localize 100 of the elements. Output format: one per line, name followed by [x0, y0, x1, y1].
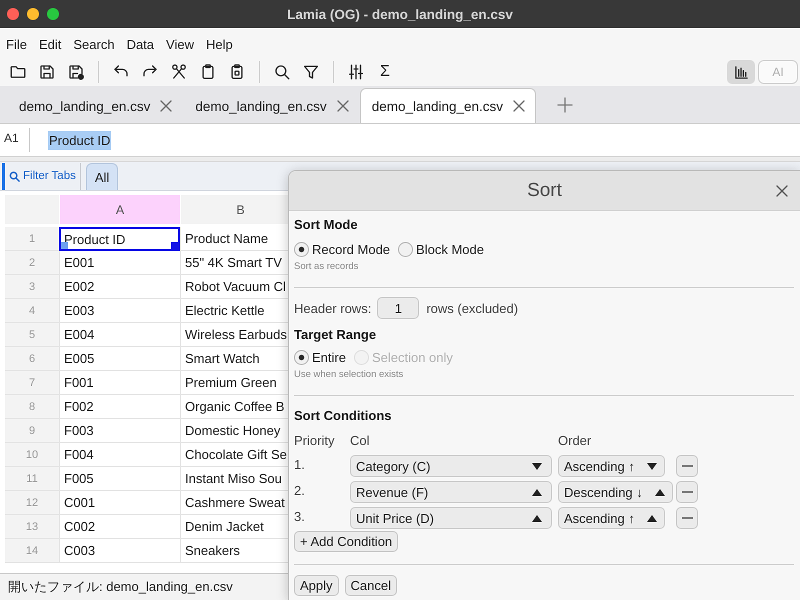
radio-label: Record Mode: [312, 242, 390, 256]
dialog-button[interactable]: Cancel: [344, 575, 397, 596]
radio-button[interactable]: [294, 350, 309, 364]
save-icon[interactable]: [38, 63, 56, 81]
table-cell: Cashmere Sweat: [180, 491, 288, 515]
table-cell: Denim Jacket: [180, 515, 288, 539]
priority-label: 1.: [294, 456, 306, 472]
table-cell: F004: [59, 443, 180, 467]
row-number: 5: [5, 323, 59, 347]
table-cell: F005: [59, 467, 180, 491]
close-icon[interactable]: [160, 100, 172, 112]
radio-button[interactable]: [398, 242, 414, 256]
table-cell: F001: [59, 371, 180, 395]
menu-item[interactable]: Search: [73, 34, 115, 52]
column-dropdown[interactable]: Revenue (F): [350, 481, 552, 503]
table-cell: C001: [59, 491, 180, 515]
row-number: 1: [5, 227, 59, 251]
dialog-button[interactable]: Apply: [294, 575, 339, 596]
table-cell: Instant Miso Sou: [180, 467, 288, 491]
column-dropdown[interactable]: Unit Price (D): [350, 507, 552, 529]
table-cell: Product ID: [59, 227, 180, 251]
row-number: 3: [5, 275, 59, 299]
cell-reference: A1: [3, 131, 20, 145]
row-number: 2: [5, 251, 59, 275]
fill-handle[interactable]: [171, 242, 178, 249]
header-rows-field[interactable]: 1: [377, 297, 420, 319]
row-number: 11: [5, 467, 59, 491]
open-folder-icon[interactable]: [9, 63, 27, 81]
order-dropdown[interactable]: Descending ↓: [558, 481, 673, 503]
row-number: 7: [5, 371, 59, 395]
table-cell: Smart Watch: [180, 347, 288, 371]
table-cell: E005: [59, 347, 180, 371]
filter-icon[interactable]: [302, 63, 320, 81]
radio-button[interactable]: [294, 242, 309, 256]
table-cell: F002: [59, 395, 180, 419]
selected-text: Product ID: [48, 130, 112, 150]
close-icon[interactable]: [336, 100, 349, 112]
menu-item[interactable]: Edit: [38, 34, 62, 52]
table-cell: F003: [59, 419, 180, 443]
minus-icon: [682, 517, 692, 519]
minus-icon: [682, 491, 692, 493]
table-cell: Robot Vacuum Cl: [180, 275, 288, 299]
table-cell: E003: [59, 299, 180, 323]
hint-text: Sort as records: [294, 261, 360, 273]
table-cell: Wireless Earbuds: [180, 323, 288, 347]
file-tab[interactable]: demo_landing_en.csv: [183, 88, 360, 123]
column-dropdown[interactable]: Category (C): [350, 455, 552, 477]
menu-item[interactable]: Help: [206, 34, 233, 52]
radio-label: Entire: [312, 350, 346, 364]
column-header[interactable]: A: [59, 195, 180, 224]
table-cell: Electric Kettle: [180, 299, 288, 323]
remove-condition-button[interactable]: [676, 507, 698, 529]
plus-icon[interactable]: [557, 97, 574, 113]
filter-tabs-label: Filter Tabs: [23, 170, 76, 182]
remove-condition-button[interactable]: [676, 455, 698, 477]
menu-item[interactable]: Data: [126, 34, 154, 52]
radio-label: Block Mode: [416, 242, 484, 256]
table-cell: Sneakers: [180, 539, 288, 563]
sum-button[interactable]: Σ: [373, 60, 397, 84]
tab-label: demo_landing_en.csv: [19, 98, 150, 114]
row-number: 14: [5, 539, 59, 563]
hint-text: Use when selection exists: [294, 369, 404, 381]
field-label: Header rows:: [294, 300, 372, 316]
window-minimize-button[interactable]: [27, 8, 39, 20]
minus-icon: [682, 465, 692, 467]
chart-toggle-button[interactable]: [727, 60, 755, 84]
section-heading: Sort Mode: [294, 216, 359, 234]
close-icon[interactable]: [513, 100, 526, 112]
close-icon[interactable]: [776, 184, 788, 196]
order-dropdown[interactable]: Ascending ↑: [558, 455, 665, 477]
column-header[interactable]: B: [180, 195, 288, 224]
table-cell: E004: [59, 323, 180, 347]
window-close-button[interactable]: [7, 8, 19, 20]
table-cell: E001: [59, 251, 180, 275]
file-tab[interactable]: demo_landing_en.csv: [7, 88, 184, 123]
row-number: 4: [5, 299, 59, 323]
scissors-icon[interactable]: [170, 63, 188, 81]
table-cell: E002: [59, 275, 180, 299]
table-cell: Premium Green: [180, 371, 288, 395]
window-zoom-button[interactable]: [47, 8, 59, 20]
sliders-icon[interactable]: [347, 63, 365, 81]
table-cell: Chocolate Gift Se: [180, 443, 288, 467]
add-condition-button[interactable]: + Add Condition: [294, 531, 398, 552]
section-heading: Target Range: [294, 326, 378, 344]
status-text: 開いたファイル: demo_landing_en.csv: [8, 578, 233, 596]
field-suffix: rows (excluded): [426, 300, 518, 316]
search-icon: [9, 170, 20, 182]
search-icon[interactable]: [273, 63, 291, 81]
priority-label: 3.: [294, 508, 306, 524]
row-number: 6: [5, 347, 59, 371]
remove-condition-button[interactable]: [676, 481, 698, 503]
row-number: 10: [5, 443, 59, 467]
order-dropdown[interactable]: Ascending ↑: [558, 507, 665, 529]
menu-item[interactable]: View: [166, 34, 194, 52]
file-tab[interactable]: demo_landing_en.csv: [360, 88, 536, 123]
formula-input[interactable]: Product ID: [30, 124, 800, 156]
save-with-badge-icon[interactable]: [67, 63, 85, 81]
menu-item[interactable]: File: [6, 34, 27, 52]
sheet-tab[interactable]: All: [86, 163, 118, 190]
row-number: 9: [5, 419, 59, 443]
